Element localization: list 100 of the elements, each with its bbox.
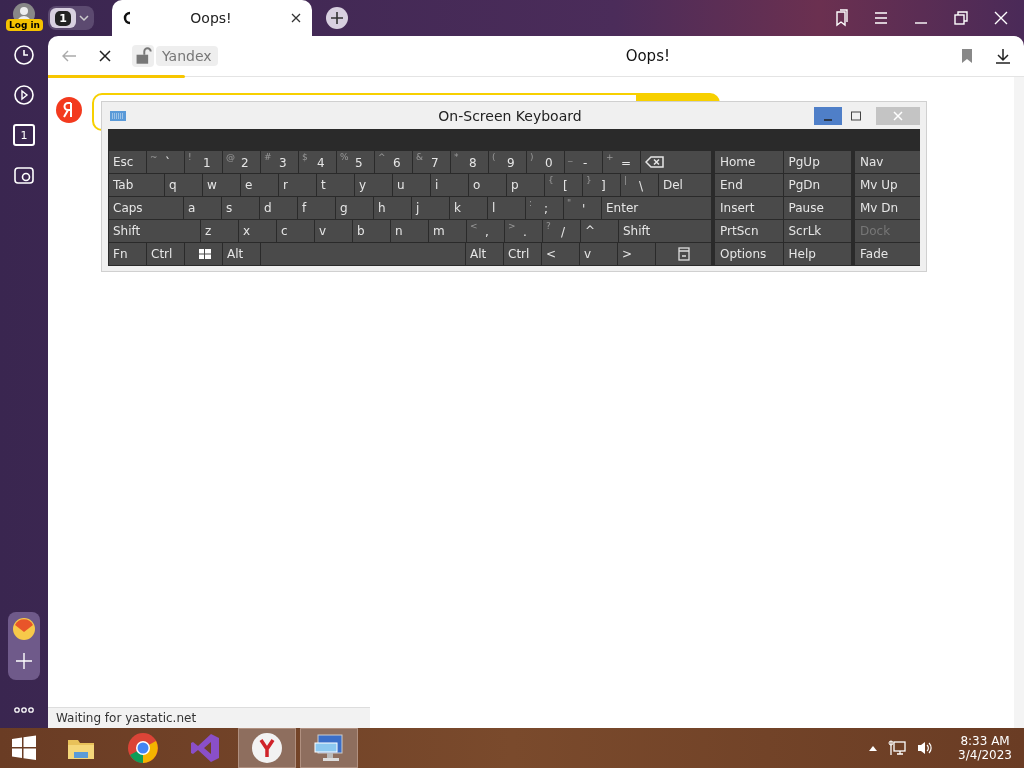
keyboard-key[interactable]: a (184, 197, 221, 219)
close-icon[interactable] (992, 9, 1010, 27)
keyboard-key[interactable]: > (618, 243, 655, 265)
keyboard-key[interactable]: e (241, 174, 278, 196)
keyboard-key[interactable]: + = (603, 151, 640, 173)
keyboard-key[interactable]: m (429, 220, 466, 242)
keyboard-key[interactable]: s (222, 197, 259, 219)
caret-up-icon[interactable] (868, 744, 879, 752)
login-badge[interactable]: Log in (6, 19, 43, 31)
keyboard-key[interactable]: Tab (109, 174, 164, 196)
keyboard-key[interactable]: i (431, 174, 468, 196)
clock-icon[interactable] (13, 44, 35, 66)
keyboard-key[interactable]: $ 4 (299, 151, 336, 173)
keyboard-key[interactable]: End (715, 174, 783, 196)
keyboard-key[interactable]: Fn (109, 243, 146, 265)
keyboard-key[interactable]: PgDn (783, 174, 851, 196)
envelope-icon[interactable] (13, 618, 35, 640)
keyboard-key[interactable]: ( 9 (489, 151, 526, 173)
keyboard-key[interactable]: v (315, 220, 352, 242)
keyboard-key[interactable]: # 3 (261, 151, 298, 173)
keyboard-key[interactable]: @ 2 (223, 151, 260, 173)
backspace-key[interactable] (641, 151, 711, 173)
keyboard-key[interactable]: | \ (621, 174, 658, 196)
keyboard-key[interactable]: PgUp (783, 151, 851, 173)
keyboard-key[interactable]: o (469, 174, 506, 196)
more-icon[interactable] (13, 706, 35, 714)
keyboard-key[interactable]: f (298, 197, 335, 219)
network-icon[interactable] (888, 740, 907, 756)
keyboard-key[interactable]: Shift (109, 220, 200, 242)
keyboard-key[interactable]: Nav (855, 151, 920, 173)
keyboard-key[interactable]: * 8 (451, 151, 488, 173)
keyboard-key[interactable]: ~ ` (147, 151, 184, 173)
keyboard-key[interactable]: Enter (602, 197, 711, 219)
keyboard-key[interactable]: Help (783, 243, 851, 265)
keyboard-key[interactable]: Fade (855, 243, 920, 265)
keyboard-key[interactable]: ) 0 (527, 151, 564, 173)
keyboard-key[interactable]: { [ (545, 174, 582, 196)
camera-icon[interactable] (13, 164, 35, 186)
keyboard-key[interactable]: ! 1 (185, 151, 222, 173)
keyboard-key[interactable]: g (336, 197, 373, 219)
download-icon[interactable] (994, 47, 1012, 65)
keyboard-key[interactable]: ? / (543, 220, 580, 242)
keyboard-key[interactable]: Ctrl (147, 243, 184, 265)
tab-counter[interactable]: 1 (48, 6, 94, 30)
keyboard-key[interactable]: x (239, 220, 276, 242)
keyboard-key[interactable]: ScrLk (783, 220, 851, 242)
keyboard-key[interactable]: > . (505, 220, 542, 242)
keyboard-key[interactable]: Options (715, 243, 783, 265)
keyboard-key[interactable]: Del (659, 174, 711, 196)
keyboard-key[interactable]: < , (467, 220, 504, 242)
lock-button[interactable] (132, 45, 154, 67)
keyboard-key[interactable]: } ] (583, 174, 620, 196)
menu-key[interactable] (656, 243, 711, 265)
keyboard-key[interactable]: w (203, 174, 240, 196)
keyboard-key[interactable]: b (353, 220, 390, 242)
speaker-icon[interactable] (916, 740, 935, 756)
keyboard-key[interactable]: Caps (109, 197, 183, 219)
plus-icon[interactable] (13, 650, 35, 672)
taskbar-app[interactable] (238, 728, 296, 768)
keyboard-key[interactable]: < (542, 243, 579, 265)
keyboard-key[interactable]: Insert (715, 197, 783, 219)
keyboard-key[interactable]: h (374, 197, 411, 219)
keyboard-key[interactable]: & 7 (413, 151, 450, 173)
keyboard-key[interactable]: : ; (526, 197, 563, 219)
keyboard-key[interactable]: Ctrl (504, 243, 541, 265)
keyboard-key[interactable]: Home (715, 151, 783, 173)
keyboard-key[interactable]: l (488, 197, 525, 219)
keyboard-key[interactable]: u (393, 174, 430, 196)
keyboard-key[interactable]: d (260, 197, 297, 219)
keyboard-key[interactable]: q (165, 174, 202, 196)
keyboard-key[interactable]: c (277, 220, 314, 242)
clock-date[interactable]: 3/4/2023 (958, 748, 1012, 762)
menu-icon[interactable] (872, 9, 890, 27)
keyboard-key[interactable]: " ' (564, 197, 601, 219)
keyboard-key[interactable]: y (355, 174, 392, 196)
play-icon[interactable] (13, 84, 35, 106)
browser-tab[interactable]: Oops! (112, 0, 312, 36)
keyboard-key[interactable]: r (279, 174, 316, 196)
keyboard-key[interactable]: Alt (466, 243, 503, 265)
restore-icon[interactable] (952, 9, 970, 27)
keyboard-key[interactable]: % 5 (337, 151, 374, 173)
close-icon[interactable] (290, 12, 302, 24)
keyboard-key[interactable]: Mv Dn (855, 197, 920, 219)
keyboard-key[interactable]: j (412, 197, 449, 219)
keyboard-key[interactable]: Esc (109, 151, 146, 173)
minimize-button[interactable] (814, 106, 842, 125)
scrollbar[interactable] (1014, 77, 1024, 728)
keyboard-key[interactable]: v (580, 243, 617, 265)
keyboard-key[interactable]: Alt (223, 243, 260, 265)
keyboard-key[interactable]: Pause (783, 197, 851, 219)
keyboard-key[interactable]: Shift (619, 220, 711, 242)
keyboard-key[interactable]: t (317, 174, 354, 196)
keyboard-key[interactable]: ^ (581, 220, 618, 242)
keyboard-key[interactable]: Mv Up (855, 174, 920, 196)
clock-time[interactable]: 8:33 AM (960, 734, 1010, 748)
keyboard-key[interactable]: _ - (565, 151, 602, 173)
new-tab-button[interactable] (326, 7, 348, 29)
keyboard-key[interactable]: PrtScn (715, 220, 783, 242)
tabs-count-button[interactable]: 1 (13, 124, 35, 146)
keyboard-key[interactable]: n (391, 220, 428, 242)
